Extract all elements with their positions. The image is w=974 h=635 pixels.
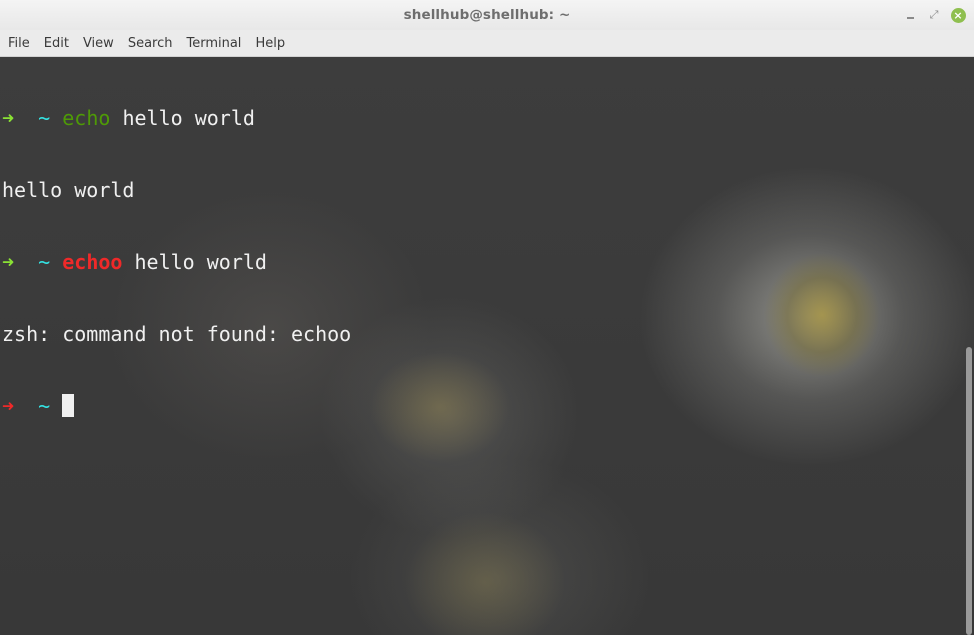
terminal-area[interactable]: ➜ ~ echo hello world hello world ➜ ~ ech… [0, 57, 974, 635]
menu-help[interactable]: Help [248, 33, 292, 54]
close-button[interactable]: × [948, 5, 968, 25]
scrollbar-thumb[interactable] [966, 347, 972, 635]
prompt-arrow-icon: ➜ [2, 106, 15, 130]
scrollbar[interactable] [964, 57, 972, 635]
close-icon: × [950, 7, 966, 23]
menu-file[interactable]: File [1, 33, 37, 54]
minimize-icon [906, 17, 914, 19]
prompt-arrow-icon: ➜ [2, 250, 15, 274]
menu-view[interactable]: View [76, 33, 121, 54]
text-cursor[interactable] [62, 394, 75, 417]
output-line: hello world [2, 178, 135, 202]
prompt-cwd: ~ [38, 394, 51, 418]
prompt-line: ➜ ~ echo hello world [2, 106, 351, 130]
prompt-line: ➜ ~ [2, 394, 351, 418]
prompt-cwd: ~ [38, 250, 51, 274]
command-name: echoo [62, 250, 123, 274]
prompt-arrow-icon: ➜ [2, 394, 15, 418]
output-line: zsh: command not found: echoo [2, 322, 352, 346]
minimize-button[interactable] [900, 5, 920, 25]
maximize-button[interactable]: ⤢ [924, 5, 944, 25]
restore-icon: ⤢ [929, 8, 939, 21]
menu-bar: File Edit View Search Terminal Help [0, 30, 974, 57]
title-bar[interactable]: shellhub@shellhub: ~ ⤢ × [0, 0, 974, 30]
terminal-window: shellhub@shellhub: ~ ⤢ × File Edit View … [0, 0, 974, 635]
window-controls: ⤢ × [900, 5, 968, 25]
menu-edit[interactable]: Edit [37, 33, 76, 54]
menu-terminal[interactable]: Terminal [179, 33, 248, 54]
command-name: echo [62, 106, 111, 130]
menu-search[interactable]: Search [121, 33, 180, 54]
window-title: shellhub@shellhub: ~ [403, 7, 571, 23]
prompt-line: ➜ ~ echoo hello world [2, 250, 351, 274]
command-args: hello world [122, 250, 267, 274]
terminal-output: ➜ ~ echo hello world hello world ➜ ~ ech… [2, 58, 351, 466]
command-args: hello world [110, 106, 255, 130]
prompt-cwd: ~ [38, 106, 51, 130]
